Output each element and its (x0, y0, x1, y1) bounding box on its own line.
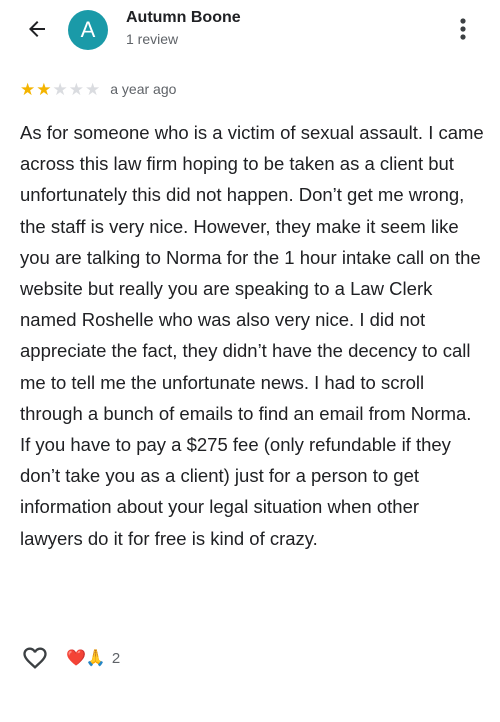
review-screen: A Autumn Boone 1 review ★ ★ ★ ★ ★ a year ago… (0, 0, 500, 722)
star-rating: ★ ★ ★ ★ ★ (20, 81, 100, 98)
avatar[interactable]: A (68, 10, 108, 50)
star-empty-icon: ★ (52, 79, 68, 99)
back-button[interactable] (20, 14, 54, 44)
author-name[interactable]: Autumn Boone (126, 9, 241, 27)
more-options-button[interactable] (452, 14, 474, 44)
review-actions: ❤️ 🙏 2 (20, 643, 120, 673)
star-filled-icon: ★ (20, 79, 36, 99)
like-button[interactable] (20, 643, 50, 673)
star-empty-icon: ★ (68, 79, 84, 99)
rating-row: ★ ★ ★ ★ ★ a year ago (20, 79, 176, 99)
review-text: As for someone who is a victim of sexual… (20, 122, 484, 549)
review-time: a year ago (110, 81, 177, 97)
more-vert-icon (460, 18, 466, 40)
review-header: A Autumn Boone 1 review (0, 0, 500, 60)
reaction-count: 2 (111, 649, 121, 667)
reactions-summary[interactable]: ❤️ 🙏 2 (66, 648, 120, 668)
heart-reaction-icon: ❤️ (66, 650, 86, 667)
pray-reaction-icon: 🙏 (85, 650, 106, 667)
star-filled-icon: ★ (36, 79, 52, 99)
arrow-back-icon (29, 21, 45, 37)
heart-outline-icon (23, 647, 47, 669)
author-review-count: 1 review (126, 31, 179, 47)
star-empty-icon: ★ (85, 79, 101, 99)
